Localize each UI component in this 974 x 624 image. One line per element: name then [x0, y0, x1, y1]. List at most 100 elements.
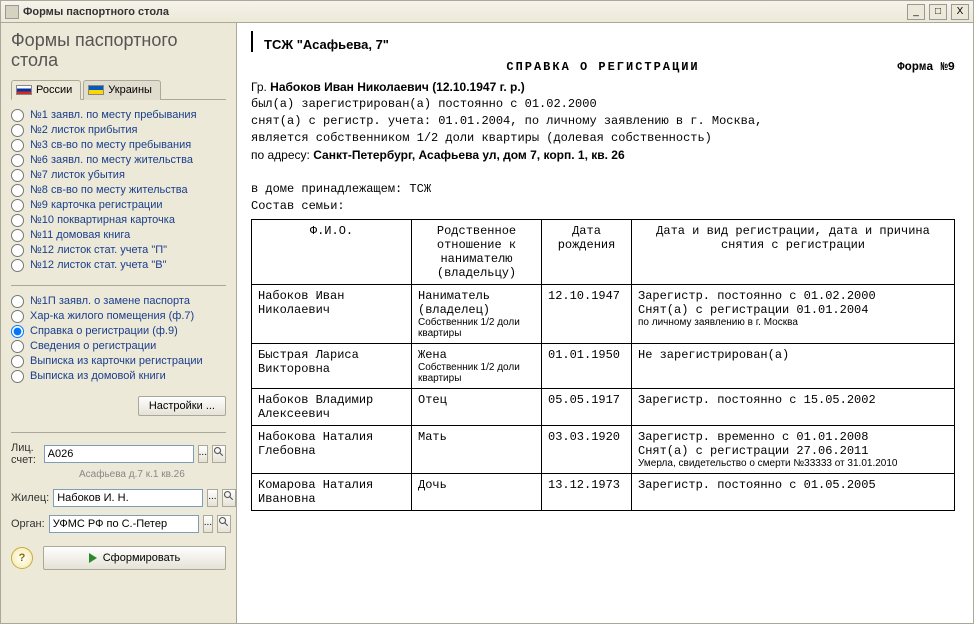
- account-browse-button[interactable]: ...: [198, 445, 208, 463]
- account-hint: Асафьева д.7 к.1 кв.26: [79, 469, 226, 480]
- form-radio-label: №12 листок стат. учета "В": [30, 259, 167, 271]
- line-registration: был(а) зарегистрирован(а) постоянно с 01…: [251, 97, 955, 111]
- form-radio[interactable]: [11, 340, 24, 353]
- cell-registration: Зарегистр. постоянно с 01.05.2005: [632, 474, 955, 511]
- form-radio-item[interactable]: №6 заявл. по месту жительства: [11, 153, 226, 168]
- form-radio-item[interactable]: №3 св-во по месту пребывания: [11, 138, 226, 153]
- account-input[interactable]: [44, 445, 194, 463]
- flag-ru-icon: [16, 85, 32, 95]
- form-radio-item[interactable]: №11 домовая книга: [11, 228, 226, 243]
- sidebar-heading: Формы паспортного стола: [11, 31, 226, 71]
- form-radio[interactable]: [11, 214, 24, 227]
- tab-russia-label: России: [36, 84, 72, 96]
- table-row: Комарова Наталия ИвановнаДочь13.12.1973З…: [252, 474, 955, 511]
- cell-relation: Дочь: [412, 474, 542, 511]
- sidebar: Формы паспортного стола России Украины №…: [1, 23, 237, 623]
- citizen-name: Набоков Иван Николаевич (12.10.1947 г. р…: [270, 80, 525, 94]
- resident-row: Жилец: ...: [11, 489, 226, 507]
- doc-form-no: Форма №9: [897, 60, 955, 74]
- minimize-button[interactable]: _: [907, 4, 925, 20]
- form-radio[interactable]: [11, 295, 24, 308]
- form-radio[interactable]: [11, 310, 24, 323]
- house-owner-line: в доме принадлежащем: ТСЖ: [251, 182, 955, 196]
- form-radio[interactable]: [11, 199, 24, 212]
- document-viewport[interactable]: ТСЖ "Асафьева, 7" СПРАВКА О РЕГИСТРАЦИИ …: [237, 23, 973, 623]
- form-radio-item[interactable]: №8 св-во по месту жительства: [11, 183, 226, 198]
- form-radio-label: Выписка из домовой книги: [30, 370, 166, 382]
- form-radio-label: Хар-ка жилого помещения (ф.7): [30, 310, 194, 322]
- doc-title: СПРАВКА О РЕГИСТРАЦИИ: [506, 60, 699, 74]
- generate-label: Сформировать: [103, 552, 181, 564]
- settings-button[interactable]: Настройки ...: [138, 396, 226, 416]
- form-radio-item[interactable]: Выписка из домовой книги: [11, 369, 226, 384]
- form-radio-item[interactable]: №12 листок стат. учета "В": [11, 258, 226, 273]
- table-header-row: Ф.И.О. Родственное отношение к нанимател…: [252, 220, 955, 285]
- form-radio[interactable]: [11, 109, 24, 122]
- form-radio-label: №11 домовая книга: [30, 229, 130, 241]
- form-radio-label: Справка о регистрации (ф.9): [30, 325, 178, 337]
- citizen-prefix: Гр.: [251, 80, 270, 94]
- form-radio[interactable]: [11, 355, 24, 368]
- form-radio-item[interactable]: Хар-ка жилого помещения (ф.7): [11, 309, 226, 324]
- form-radio[interactable]: [11, 370, 24, 383]
- app-icon: [5, 5, 19, 19]
- cell-fio: Быстрая Лариса Викторовна: [252, 344, 412, 389]
- form-radio-item[interactable]: №2 листок прибытия: [11, 123, 226, 138]
- form-radio-label: №1 заявл. по месту пребывания: [30, 109, 197, 121]
- resident-input[interactable]: [53, 489, 203, 507]
- generate-button[interactable]: Сформировать: [43, 546, 226, 570]
- cell-registration: Зарегистр. постоянно с 15.05.2002: [632, 389, 955, 426]
- resident-browse-button[interactable]: ...: [207, 489, 217, 507]
- maximize-button[interactable]: □: [929, 4, 947, 20]
- form-radio-label: №1П заявл. о замене паспорта: [30, 295, 190, 307]
- cell-registration: Не зарегистрирован(а): [632, 344, 955, 389]
- form-radio-item[interactable]: №1 заявл. по месту пребывания: [11, 108, 226, 123]
- tab-ukraine[interactable]: Украины: [83, 80, 161, 100]
- doc-marker-icon: [251, 31, 260, 52]
- close-button[interactable]: X: [951, 4, 969, 20]
- form-radio[interactable]: [11, 124, 24, 137]
- form-radio[interactable]: [11, 154, 24, 167]
- form-radio[interactable]: [11, 244, 24, 257]
- play-icon: [89, 553, 97, 563]
- country-tabs: России Украины: [11, 79, 226, 100]
- organ-search-button[interactable]: [217, 515, 231, 533]
- form-radio[interactable]: [11, 229, 24, 242]
- cell-registration: Зарегистр. постоянно с 01.02.2000Снят(а)…: [632, 285, 955, 344]
- th-relation: Родственное отношение к нанимателю (влад…: [412, 220, 542, 285]
- form-radio-item[interactable]: №10 поквартирная карточка: [11, 213, 226, 228]
- form-radio-item[interactable]: №7 листок убытия: [11, 168, 226, 183]
- form-radio[interactable]: [11, 169, 24, 182]
- doc-org: ТСЖ "Асафьева, 7": [264, 37, 389, 52]
- form-radio-item[interactable]: №9 карточка регистрации: [11, 198, 226, 213]
- form-radio-label: №6 заявл. по месту жительства: [30, 154, 193, 166]
- resident-label: Жилец:: [11, 492, 49, 504]
- form-radio-item[interactable]: Справка о регистрации (ф.9): [11, 324, 226, 339]
- form-list-main: №1 заявл. по месту пребывания №2 листок п…: [11, 108, 226, 273]
- organ-browse-button[interactable]: ...: [203, 515, 213, 533]
- form-radio-item[interactable]: Сведения о регистрации: [11, 339, 226, 354]
- form-radio-item[interactable]: №1П заявл. о замене паспорта: [11, 294, 226, 309]
- form-radio-label: №8 св-во по месту жительства: [30, 184, 188, 196]
- cell-dob: 12.10.1947: [542, 285, 632, 344]
- form-radio-item[interactable]: Выписка из карточки регистрации: [11, 354, 226, 369]
- form-radio[interactable]: [11, 259, 24, 272]
- th-registration: Дата и вид регистрации, дата и причина с…: [632, 220, 955, 285]
- cell-relation: ЖенаСобственник 1/2 доли квартиры: [412, 344, 542, 389]
- account-label: Лиц. счет:: [11, 442, 40, 466]
- form-radio[interactable]: [11, 325, 24, 338]
- form-radio-item[interactable]: №12 листок стат. учета "П": [11, 243, 226, 258]
- search-icon: [213, 446, 225, 461]
- form-radio[interactable]: [11, 184, 24, 197]
- form-radio[interactable]: [11, 139, 24, 152]
- tab-russia[interactable]: России: [11, 80, 81, 100]
- cell-fio: Набоков Владимир Алексеевич: [252, 389, 412, 426]
- organ-input[interactable]: [49, 515, 199, 533]
- resident-search-button[interactable]: [222, 489, 236, 507]
- account-search-button[interactable]: [212, 445, 226, 463]
- cell-relation-note: Собственник 1/2 доли квартиры: [418, 362, 535, 384]
- cell-fio: Комарова Наталия Ивановна: [252, 474, 412, 511]
- help-button[interactable]: ?: [11, 547, 33, 569]
- form-radio-label: №12 листок стат. учета "П": [30, 244, 167, 256]
- form-radio-label: Выписка из карточки регистрации: [30, 355, 203, 367]
